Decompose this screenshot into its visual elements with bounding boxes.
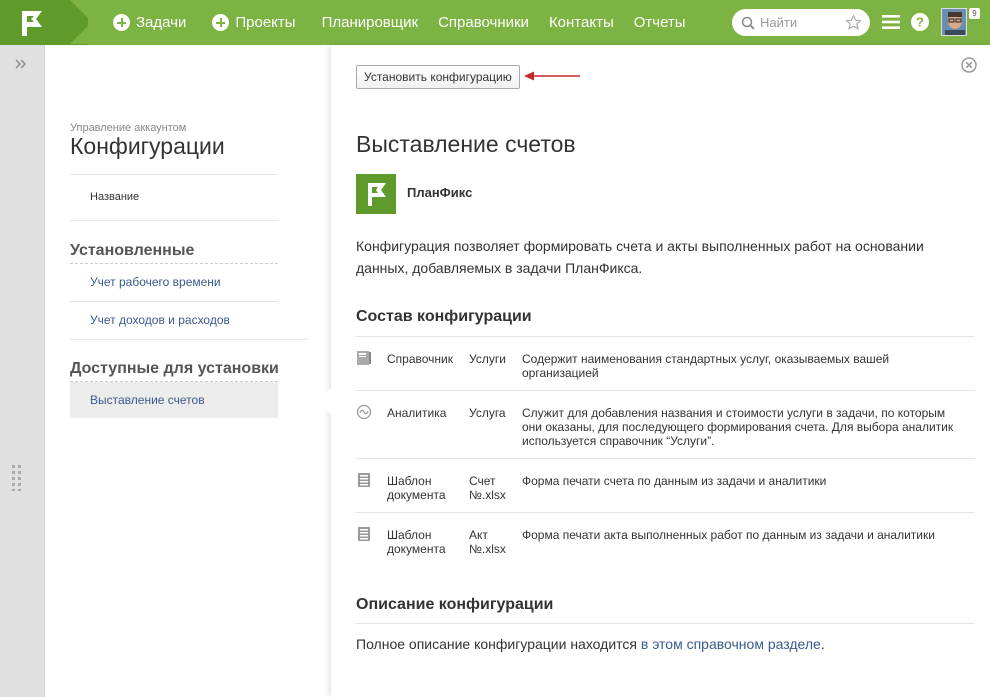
divider — [356, 336, 975, 337]
column-header-name: Название — [90, 191, 140, 203]
component-name: Услуга — [469, 406, 506, 420]
nav-label: Планировщик — [321, 14, 419, 31]
notification-badge[interactable]: 9 — [969, 8, 980, 19]
selection-pointer — [318, 387, 332, 415]
about-heading: Описание конфигурации — [356, 596, 554, 613]
planfix-flag-icon — [368, 183, 386, 206]
component-description: Форма печати счета по данным из задачи и… — [522, 474, 827, 488]
config-item-time-tracking[interactable]: Учет рабочего времени — [90, 275, 221, 289]
avatar-image — [942, 9, 966, 35]
component-type: Справочник — [387, 352, 453, 366]
configuration-title: Выставление счетов — [356, 131, 576, 157]
user-avatar[interactable] — [941, 8, 967, 36]
component-type: Шаблон документа — [387, 528, 446, 556]
about-text: Полное описание конфигурации находится в… — [356, 636, 825, 652]
divider — [356, 458, 975, 459]
red-arrow-annotation-icon — [524, 71, 580, 81]
component-type: Шаблон документа — [387, 474, 446, 502]
component-name: Услуги — [469, 352, 506, 366]
divider — [70, 301, 278, 302]
nav-label: Задачи — [136, 14, 187, 31]
component-description: Форма печати акта выполненных работ по д… — [522, 528, 935, 542]
analytics-icon — [356, 404, 372, 420]
nav-planner[interactable]: Планировщик — [322, 14, 418, 31]
menu-icon[interactable] — [882, 14, 900, 30]
composition-heading: Состав конфигурации — [356, 308, 532, 325]
add-task-icon[interactable] — [113, 14, 130, 31]
add-project-icon[interactable] — [212, 14, 230, 31]
nav-projects[interactable]: Проекты — [212, 14, 296, 31]
expand-panel-icon[interactable] — [14, 57, 28, 71]
nav-label: Проекты — [235, 14, 296, 31]
svg-text:?: ? — [916, 15, 924, 30]
help-section-link[interactable]: в этом справочном разделе — [641, 636, 821, 652]
nav-directories[interactable]: Справочники — [438, 14, 529, 31]
nav-tasks[interactable]: Задачи — [113, 14, 186, 31]
divider — [70, 174, 278, 175]
help-icon[interactable]: ? — [911, 13, 929, 31]
config-item-invoicing[interactable]: Выставление счетов — [90, 393, 205, 407]
install-configuration-button[interactable]: Установить конфигурацию — [356, 65, 520, 89]
top-bar: Задачи Проекты Планировщик Справочники К… — [0, 0, 990, 45]
document-template-icon — [358, 473, 370, 487]
logo-arrow-shape — [70, 0, 92, 44]
configurations-list-panel: Управление аккаунтом Конфигурации Назван… — [45, 45, 331, 697]
page-title: Конфигурации — [70, 133, 225, 159]
nav-label: Контакты — [548, 14, 614, 31]
component-name: Счет №.xlsx — [469, 474, 506, 502]
search-icon — [741, 16, 755, 30]
nav-contacts[interactable]: Контакты — [549, 14, 614, 31]
planfix-flag-icon — [22, 11, 42, 36]
configuration-details: Установить конфигурацию Выставление счет… — [331, 45, 990, 697]
document-template-icon — [358, 527, 370, 541]
installed-heading: Установленные — [70, 242, 195, 259]
close-icon[interactable] — [961, 57, 977, 73]
planfix-logo — [356, 174, 396, 214]
left-rail — [0, 45, 45, 697]
favorites-star-icon[interactable] — [845, 14, 862, 31]
config-item-income-expenses[interactable]: Учет доходов и расходов — [90, 313, 230, 327]
resize-grip-icon[interactable] — [12, 465, 22, 491]
main-nav: Задачи Проекты Планировщик Справочники К… — [113, 0, 706, 45]
nav-label: Справочники — [438, 14, 529, 31]
configuration-description: Конфигурация позволяет формировать счета… — [356, 238, 924, 276]
divider — [356, 390, 975, 391]
nav-reports[interactable]: Отчеты — [634, 14, 686, 31]
divider — [70, 339, 308, 340]
divider — [356, 623, 975, 624]
divider — [70, 220, 278, 221]
book-icon — [357, 351, 371, 365]
search-box[interactable] — [732, 9, 870, 36]
component-description: Служит для добавления названия и стоимос… — [522, 406, 954, 448]
divider — [70, 263, 278, 264]
available-heading: Доступные для установки — [70, 360, 279, 377]
search-input[interactable] — [760, 15, 840, 30]
component-name: Акт №.xlsx — [469, 528, 506, 556]
divider — [356, 512, 975, 513]
author-name: ПланФикс — [407, 185, 473, 200]
component-description: Содержит наименования стандартных услуг,… — [522, 352, 890, 380]
about-text-suffix: . — [820, 636, 825, 652]
about-text-prefix: Полное описание конфигурации находится — [356, 636, 641, 652]
nav-label: Отчеты — [633, 14, 686, 31]
component-type: Аналитика — [387, 406, 447, 420]
